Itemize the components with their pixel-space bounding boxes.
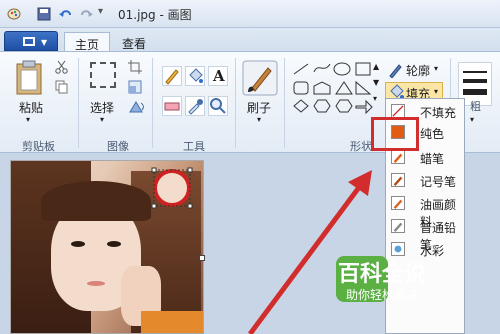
watermark-title: 百科全说 <box>338 262 427 287</box>
divider <box>152 58 153 148</box>
size-group-label: 粗 <box>470 100 481 113</box>
cut-icon[interactable] <box>55 60 69 74</box>
window-title: 01.jpg - 画图 <box>118 8 192 22</box>
fill-chevron-down-icon: ▾ <box>434 87 439 96</box>
rectangle-shape-icon <box>355 62 371 76</box>
photo-bangs <box>41 181 151 221</box>
undo-icon[interactable] <box>58 6 74 22</box>
brushes-button-label[interactable]: 刷子 <box>247 99 271 116</box>
fill-option-oil-paint[interactable]: 油画颜料 <box>386 193 466 229</box>
title-bar: ▾ 01.jpg - 画图 <box>0 0 500 28</box>
pencil-icon <box>165 69 179 85</box>
copy-icon[interactable] <box>55 80 69 94</box>
marker-icon <box>391 173 405 187</box>
tab-home[interactable]: 主页 <box>64 32 111 53</box>
outline-chevron-down-icon[interactable]: ▾ <box>434 64 438 73</box>
pencil-tool-button[interactable] <box>162 66 182 86</box>
resize-icon[interactable] <box>128 80 142 94</box>
redo-icon[interactable] <box>78 6 94 22</box>
ribbon-tab-row: ▼ 主页 查看 <box>0 28 500 53</box>
image-group-label: 图像 <box>107 140 129 153</box>
right-triangle-shape-icon <box>355 80 372 95</box>
divider <box>235 58 236 148</box>
crop-icon[interactable] <box>128 60 142 74</box>
crayon-icon <box>391 150 405 164</box>
curve-shape-icon <box>313 63 331 73</box>
arrow-shape-icon <box>355 99 373 114</box>
outline-button-label[interactable]: 轮廓 <box>406 62 430 79</box>
text-a-icon: A <box>213 67 225 85</box>
select-chevron-down-icon[interactable]: ▾ <box>100 115 104 124</box>
magnifier-button[interactable] <box>208 96 228 116</box>
eraser-icon <box>164 102 180 111</box>
menu-icon <box>23 37 35 46</box>
oil-paint-icon <box>391 196 405 210</box>
photo-eye-left <box>71 241 85 247</box>
tools-group-label: 工具 <box>183 140 205 153</box>
photo-eye-right <box>107 241 121 247</box>
fill-option-marker[interactable]: 记号笔 <box>386 170 466 191</box>
brushes-chevron-down-icon[interactable]: ▾ <box>257 115 261 124</box>
drawn-circle-selection[interactable] <box>150 166 194 210</box>
fill-option-label: 蜡笔 <box>420 152 445 166</box>
paint-menu-button[interactable]: ▼ <box>4 31 58 51</box>
size-line-medium <box>463 79 487 83</box>
watermark: 百科全说 助你轻松解决 <box>336 252 464 310</box>
paint-app-icon[interactable] <box>6 6 22 22</box>
tab-view[interactable]: 查看 <box>112 32 156 53</box>
diamond-shape-icon <box>293 99 309 113</box>
size-chevron-down-icon[interactable]: ▾ <box>470 115 474 124</box>
paste-button-label[interactable]: 粘贴 <box>19 99 43 116</box>
shapes-scroll-down-icon[interactable]: ▼ <box>373 78 379 87</box>
fill-option-pencil[interactable]: 普通铅笔 <box>386 216 466 252</box>
color-picker-button[interactable] <box>185 96 205 116</box>
eyedropper-icon <box>188 99 203 115</box>
size-line-thick <box>463 89 487 95</box>
fill-option-label: 纯色 <box>420 127 445 141</box>
photo-shirt <box>141 311 203 333</box>
fill-tool-button[interactable] <box>185 66 205 86</box>
hexagon-shape-icon <box>335 99 353 113</box>
size-line-thin <box>463 71 487 73</box>
shapes-expand-icon[interactable]: ▾ <box>373 94 377 103</box>
canvas-resize-handle[interactable] <box>199 255 205 261</box>
magnifier-icon <box>210 98 226 114</box>
watermark-subtitle: 助你轻松解决 <box>346 288 419 302</box>
divider <box>284 58 285 148</box>
natural-pencil-icon <box>391 219 405 233</box>
polygon-shape-icon <box>313 81 331 95</box>
select-button-label[interactable]: 选择 <box>90 99 114 116</box>
quick-access-dropdown-icon[interactable]: ▾ <box>98 6 103 17</box>
triangle-shape-icon <box>335 81 353 95</box>
pentagon-shape-icon <box>313 99 331 113</box>
fill-option-label: 记号笔 <box>420 175 457 189</box>
oval-shape-icon <box>333 62 351 76</box>
rotate-icon[interactable] <box>128 100 146 114</box>
text-tool-button[interactable]: A <box>208 66 228 86</box>
paint-bucket-icon <box>189 68 203 83</box>
clipboard-group-label: 剪贴板 <box>22 140 55 153</box>
outline-pencil-icon[interactable] <box>388 62 404 78</box>
fill-option-label: 不填充 <box>420 106 457 120</box>
brush-icon[interactable] <box>242 60 278 96</box>
paste-icon[interactable] <box>14 60 44 96</box>
menu-chevron-down-icon: ▼ <box>41 38 48 47</box>
line-shape-icon <box>293 63 309 75</box>
rounded-rectangle-shape-icon <box>293 81 309 95</box>
shapes-group-label: 形状 <box>350 140 372 153</box>
select-icon[interactable] <box>90 62 116 88</box>
divider <box>78 58 79 148</box>
shapes-scroll-up-icon[interactable]: ▲ <box>373 62 379 71</box>
paste-chevron-down-icon[interactable]: ▾ <box>26 115 30 124</box>
photo-mouth <box>87 281 105 286</box>
save-icon[interactable] <box>36 6 52 22</box>
eraser-tool-button[interactable] <box>162 96 182 116</box>
shapes-gallery[interactable] <box>290 60 386 114</box>
solid-color-highlight-box <box>371 117 419 151</box>
no-fill-icon <box>391 104 405 118</box>
